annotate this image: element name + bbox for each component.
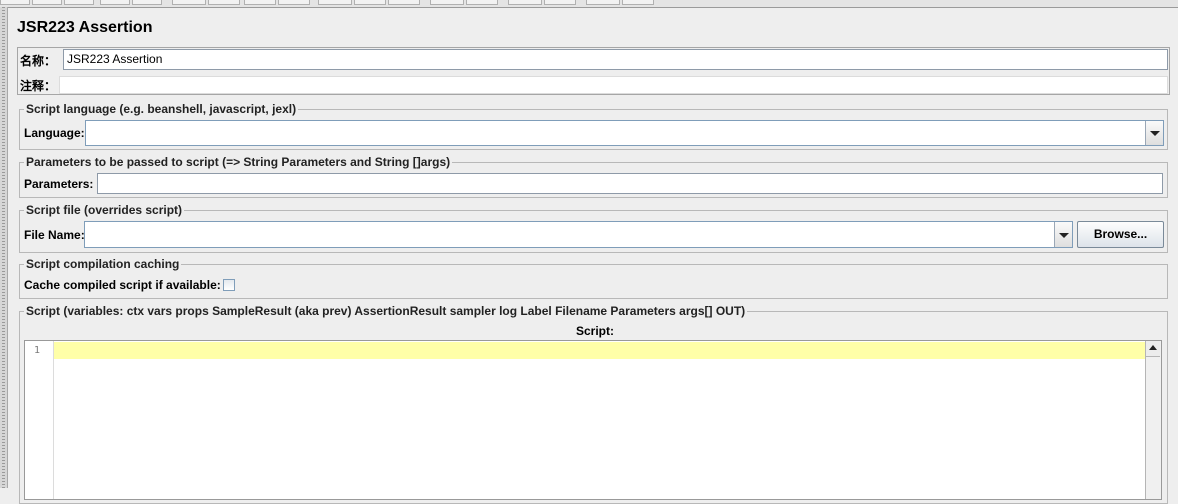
cache-compiled-checkbox[interactable]	[223, 279, 235, 291]
line-number: 1	[34, 345, 41, 356]
browse-button[interactable]: Browse...	[1077, 221, 1164, 248]
name-comment-section: 名称： JSR223 Assertion 注释：	[17, 47, 1170, 95]
toolbar-button[interactable]	[508, 0, 542, 5]
script-legend: Script (variables: ctx vars props Sample…	[26, 304, 746, 318]
script-label: Script:	[576, 324, 615, 338]
comment-field[interactable]	[59, 76, 1168, 94]
toolbar-button[interactable]	[388, 0, 420, 5]
toolbar-button[interactable]	[430, 0, 464, 5]
current-line-highlight	[54, 342, 1146, 359]
toolbar-button[interactable]	[318, 0, 352, 5]
file-name-label: File Name:	[24, 228, 85, 242]
toolbar-button[interactable]	[0, 0, 30, 5]
toolbar-button[interactable]	[544, 0, 576, 5]
language-dropdown[interactable]	[85, 120, 1164, 146]
parameters-label: Parameters:	[24, 177, 94, 191]
toolbar-button[interactable]	[466, 0, 498, 5]
script-language-legend: Script language (e.g. beanshell, javascr…	[26, 102, 297, 116]
chevron-down-icon[interactable]	[1145, 121, 1163, 145]
toolbar-button[interactable]	[354, 0, 386, 5]
comment-label: 注释：	[20, 79, 57, 93]
script-caching-legend: Script compilation caching	[26, 257, 180, 271]
split-pane-divider[interactable]	[0, 7, 8, 488]
panel-title: JSR223 Assertion	[17, 19, 153, 36]
editor-vertical-scrollbar[interactable]	[1145, 341, 1161, 499]
parameters-field[interactable]	[97, 173, 1163, 194]
toolbar-button[interactable]	[208, 0, 240, 5]
file-name-dropdown[interactable]	[84, 221, 1073, 248]
chevron-down-icon[interactable]	[1054, 222, 1072, 247]
line-number-gutter: 1	[25, 341, 54, 499]
name-field[interactable]: JSR223 Assertion	[63, 49, 1168, 70]
toolbar-strip	[0, 0, 1178, 8]
toolbar-button[interactable]	[64, 0, 94, 5]
cache-compiled-label: Cache compiled script if available:	[24, 278, 221, 292]
scroll-up-arrow-icon[interactable]	[1146, 341, 1160, 357]
toolbar-button[interactable]	[586, 0, 620, 5]
toolbar-button[interactable]	[172, 0, 206, 5]
script-editor[interactable]: 1	[24, 340, 1162, 500]
toolbar-button[interactable]	[132, 0, 162, 5]
toolbar-button[interactable]	[32, 0, 62, 5]
language-label: Language:	[24, 126, 85, 140]
toolbar-button[interactable]	[278, 0, 310, 5]
toolbar-button[interactable]	[100, 0, 130, 5]
parameters-legend: Parameters to be passed to script (=> St…	[26, 155, 451, 169]
script-file-legend: Script file (overrides script)	[26, 203, 183, 217]
toolbar-button[interactable]	[244, 0, 276, 5]
toolbar-button[interactable]	[622, 0, 654, 5]
name-label: 名称：	[20, 54, 57, 68]
